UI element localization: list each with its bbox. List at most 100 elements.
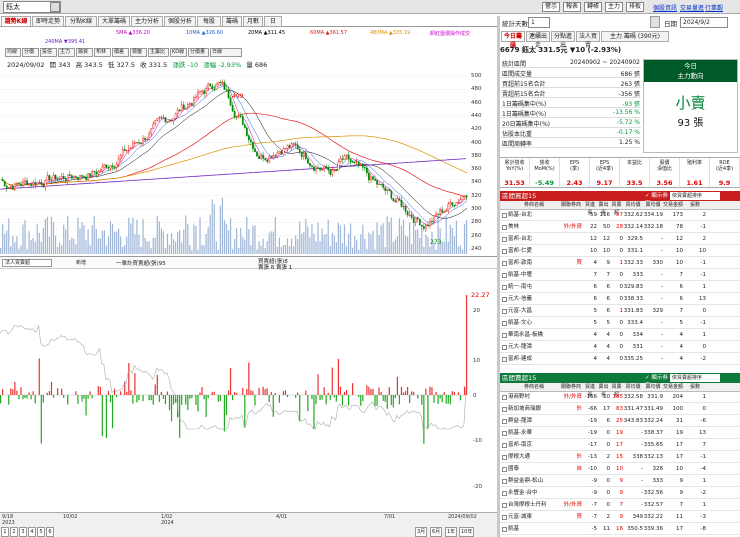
table-row[interactable]: 台灣摩根士丹利 外/外資 -7 0 7 -332.57 7 1 — [500, 501, 740, 511]
row-checkbox[interactable] — [502, 431, 507, 436]
row-checkbox[interactable] — [502, 345, 507, 350]
table-row[interactable]: 摩根大通 外 -13 2 15 338 332.13 17 -1 — [500, 453, 740, 463]
table-row[interactable]: 凱基-文心 5 5 0 333.4 - 5 -1 — [500, 319, 740, 329]
row-checkbox[interactable] — [502, 491, 507, 496]
table-row[interactable]: 凱基 -5 11 16 350.5 339.36 17 -8 — [500, 525, 740, 535]
ranking-button[interactable]: 排板 — [626, 2, 645, 12]
page-button-0[interactable]: 1 — [1, 527, 9, 537]
sort-select[interactable]: 依買賣超排序 — [670, 192, 720, 200]
table-row[interactable]: 華南永昌-板橋 4 4 0 334 - 4 1 — [500, 331, 740, 341]
row-checkbox[interactable] — [502, 237, 507, 242]
page-button-2[interactable]: 3 — [19, 527, 27, 537]
chart-tab-2[interactable]: 分點K線 — [65, 16, 97, 27]
row-checkbox[interactable] — [502, 273, 507, 278]
chart-tool-10[interactable]: 分價量 — [188, 48, 209, 57]
main-force-button[interactable]: 主力 — [605, 2, 624, 12]
table-row[interactable]: 富邦-南京 -17 0 17 -335.65 17 7 — [500, 441, 740, 451]
table-row[interactable]: 群益-龍潭 -19 6 25 343.83 332.24 31 -6 — [500, 417, 740, 427]
table-row[interactable]: 美林 外/外資 22 50 28 332.14 332.18 78 -1 — [500, 223, 740, 233]
chart-tool-0[interactable]: 均線 — [5, 48, 21, 57]
chart-tab-7[interactable]: 籌碼 — [222, 16, 242, 27]
symbol-search-icon[interactable] — [50, 2, 60, 12]
row-checkbox[interactable] — [502, 285, 507, 290]
show-broker-checkbox[interactable]: ✓ 顯示券商 — [645, 374, 669, 389]
right-tab-2[interactable]: 分點進出 — [551, 31, 575, 49]
table-row[interactable]: 元大-龍潭 4 4 0 331 - 4 0 — [500, 343, 740, 353]
row-checkbox[interactable] — [502, 527, 507, 532]
range-button-3[interactable]: 10年 — [459, 527, 475, 537]
row-checkbox[interactable] — [502, 407, 507, 412]
chart-tab-8[interactable]: 月數 — [243, 16, 263, 27]
right-tab-1[interactable]: 連續出走 — [526, 31, 550, 49]
row-checkbox[interactable] — [502, 321, 507, 326]
candlestick-chart[interactable]: 499 273 — [0, 68, 470, 256]
chart-tool-4[interactable]: 融資 — [76, 48, 93, 57]
table-row[interactable]: 元富-大昌 5 6 1 331.83 329 7 0 — [500, 307, 740, 317]
days-select[interactable]: 1 — [528, 17, 550, 28]
link-stock-info[interactable]: 個股資訊 — [653, 3, 677, 12]
row-checkbox[interactable] — [502, 333, 507, 338]
chart-tool-3[interactable]: 主力 — [58, 48, 75, 57]
date-picker-icon[interactable] — [650, 16, 660, 28]
row-checkbox[interactable] — [502, 443, 507, 448]
row-checkbox[interactable] — [502, 479, 507, 484]
chart-tool-8[interactable]: 主籌比 — [148, 48, 169, 57]
table-row[interactable]: 國泰 自 -10 0 10 - 328 10 -4 — [500, 465, 740, 475]
link-industry[interactable]: 行業觀 — [705, 3, 723, 12]
transfer-button[interactable]: 轉帳 — [584, 2, 603, 12]
row-checkbox[interactable] — [502, 213, 507, 218]
table-row[interactable]: 統一-南屯 6 6 0 329.83 - 6 1 — [500, 283, 740, 293]
table-row[interactable]: 元富-城東 買 -7 2 9 349 332.22 11 -3 — [500, 513, 740, 523]
institutional-flow-chart[interactable] — [0, 270, 470, 512]
table-row[interactable]: 富邦-建成 4 4 0 335.25 - 4 -2 — [500, 355, 740, 365]
row-checkbox[interactable] — [502, 357, 507, 362]
page-button-3[interactable]: 4 — [28, 527, 36, 537]
chart-tab-5[interactable]: 個股分析 — [164, 16, 196, 27]
chart-tool-1[interactable]: 分價 — [22, 48, 39, 57]
page-button-4[interactable]: 5 — [37, 527, 45, 537]
row-checkbox[interactable] — [502, 395, 507, 400]
row-checkbox[interactable] — [502, 503, 507, 508]
date-input[interactable]: 2024/9/2 — [680, 17, 728, 28]
row-checkbox[interactable] — [502, 515, 507, 520]
indicator-add-button[interactable]: 新增 — [76, 259, 86, 266]
right-tab-0[interactable]: 今日籌碼 — [501, 31, 525, 49]
link-volume[interactable]: 交易量進 — [680, 3, 704, 12]
table-row[interactable]: 永豐金-台中 -9 0 9 -332.56 9 -2 — [500, 489, 740, 499]
table-row[interactable]: 元大-信義 6 6 0 338.33 - 6 13 — [500, 295, 740, 305]
table-row[interactable]: 新加坡商瑞銀 外 -66 17 83 331.47 331.49 100 0 — [500, 405, 740, 415]
chart-tab-0[interactable]: 趨勢K線 — [1, 16, 31, 27]
row-checkbox[interactable] — [502, 455, 507, 460]
range-button-1[interactable]: 6月 — [430, 527, 443, 537]
chart-tab-9[interactable]: 日 — [264, 16, 282, 27]
chart-tool-5[interactable]: 布林 — [94, 48, 111, 57]
range-button-0[interactable]: 3月 — [415, 527, 428, 537]
chart-tab-4[interactable]: 主力分析 — [131, 16, 163, 27]
page-button-1[interactable]: 2 — [10, 527, 18, 537]
show-broker-checkbox[interactable]: ✓ 顯示券商 — [645, 192, 669, 207]
table-row[interactable]: 凱基-台北 59 116 57 332.62 334.19 173 2 — [500, 211, 740, 221]
alert-button[interactable]: 警示 — [542, 2, 561, 12]
page-button-5[interactable]: 6 — [46, 527, 54, 537]
right-tab-4[interactable]: 主力 籌碼 (390元) — [601, 31, 669, 42]
sort-select[interactable]: 依買賣超排序 — [670, 374, 720, 382]
table-row[interactable]: 港商野村 外/外資 -166 10 185 332.58 331.9 204 1 — [500, 393, 740, 403]
chart-tool-2[interactable]: 投信 — [40, 48, 57, 57]
chart-tool-9[interactable]: KD線 — [170, 48, 187, 57]
chart-tab-1[interactable]: 即時走勢 — [32, 16, 64, 27]
table-row[interactable]: 凱基-中壢 7 7 0 333 - 7 -1 — [500, 271, 740, 281]
table-row[interactable]: 富邦-台北 12 12 0 329.5 - 12 2 — [500, 235, 740, 245]
chart-tool-11[interactable]: 日線 — [210, 48, 242, 57]
row-checkbox[interactable] — [502, 309, 507, 314]
row-checkbox[interactable] — [502, 249, 507, 254]
table-row[interactable]: 凱基-永華 -19 0 19 -338.37 19 13 — [500, 429, 740, 439]
row-checkbox[interactable] — [502, 297, 507, 302]
row-checkbox[interactable] — [502, 261, 507, 266]
row-checkbox[interactable] — [502, 467, 507, 472]
row-checkbox[interactable] — [502, 225, 507, 230]
report-button[interactable]: 報表 — [563, 2, 582, 12]
table-row[interactable]: 群益金鼎-松山 -9 0 9 - 333 9 1 — [500, 477, 740, 487]
indicator-select[interactable]: 法人買賣超 — [2, 259, 52, 267]
chart-tool-7[interactable]: 標籤 — [130, 48, 147, 57]
chart-tool-6[interactable]: 價差 — [112, 48, 129, 57]
